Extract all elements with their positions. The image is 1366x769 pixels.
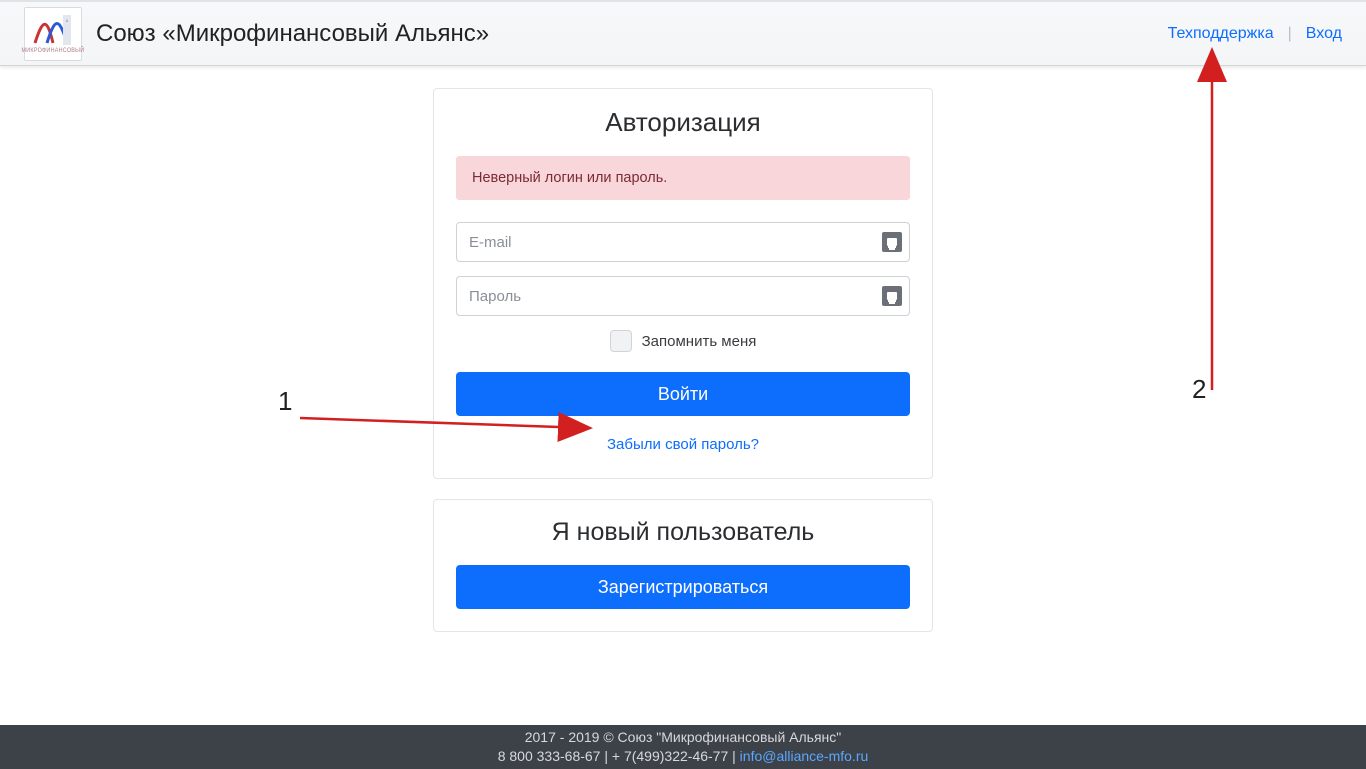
main-area: Авторизация Неверный логин или пароль. З… [0, 66, 1366, 725]
annotation-label-1: 1 [278, 386, 292, 417]
footer: 2017 - 2019 © Союз "Микрофинансовый Алья… [0, 725, 1366, 769]
footer-contacts: 8 800 333-68-67 | + 7(499)322-46-77 | in… [498, 747, 869, 766]
email-field[interactable] [456, 222, 910, 262]
register-card: Я новый пользователь Зарегистрироваться [433, 499, 933, 632]
brand: А МИКРОФИНАНСОВЫЙ Союз «Микрофинансовый … [24, 7, 489, 61]
remember-label: Запомнить меня [642, 333, 757, 350]
header-bar: А МИКРОФИНАНСОВЫЙ Союз «Микрофинансовый … [0, 0, 1366, 66]
auth-card: Авторизация Неверный логин или пароль. З… [433, 88, 933, 479]
autofill-icon[interactable] [882, 232, 902, 252]
forgot-row: Забыли свой пароль? [456, 436, 910, 454]
auth-error-alert: Неверный логин или пароль. [456, 156, 910, 200]
email-field-wrap [456, 222, 910, 262]
login-button[interactable]: Войти [456, 372, 910, 416]
auth-title: Авторизация [456, 107, 910, 138]
footer-email-link[interactable]: info@alliance-mfo.ru [740, 748, 869, 764]
remember-row: Запомнить меня [456, 330, 910, 352]
logo-icon: А [33, 13, 73, 47]
annotation-label-2: 2 [1192, 374, 1206, 405]
nav-separator: | [1288, 25, 1292, 43]
autofill-icon[interactable] [882, 286, 902, 306]
forgot-password-link[interactable]: Забыли свой пароль? [607, 436, 759, 453]
password-field[interactable] [456, 276, 910, 316]
brand-title: Союз «Микрофинансовый Альянс» [96, 20, 489, 48]
support-link[interactable]: Техподдержка [1168, 25, 1274, 43]
footer-phones: 8 800 333-68-67 | + 7(499)322-46-77 | [498, 748, 740, 764]
footer-copyright: 2017 - 2019 © Союз "Микрофинансовый Алья… [525, 728, 842, 747]
logo-caption: МИКРОФИНАНСОВЫЙ [22, 48, 85, 54]
logo: А МИКРОФИНАНСОВЫЙ [24, 7, 82, 61]
login-link[interactable]: Вход [1306, 25, 1342, 43]
header-nav: Техподдержка | Вход [1168, 25, 1342, 43]
remember-checkbox[interactable] [610, 330, 632, 352]
register-button[interactable]: Зарегистрироваться [456, 565, 910, 609]
register-title: Я новый пользователь [456, 518, 910, 547]
password-field-wrap [456, 276, 910, 316]
